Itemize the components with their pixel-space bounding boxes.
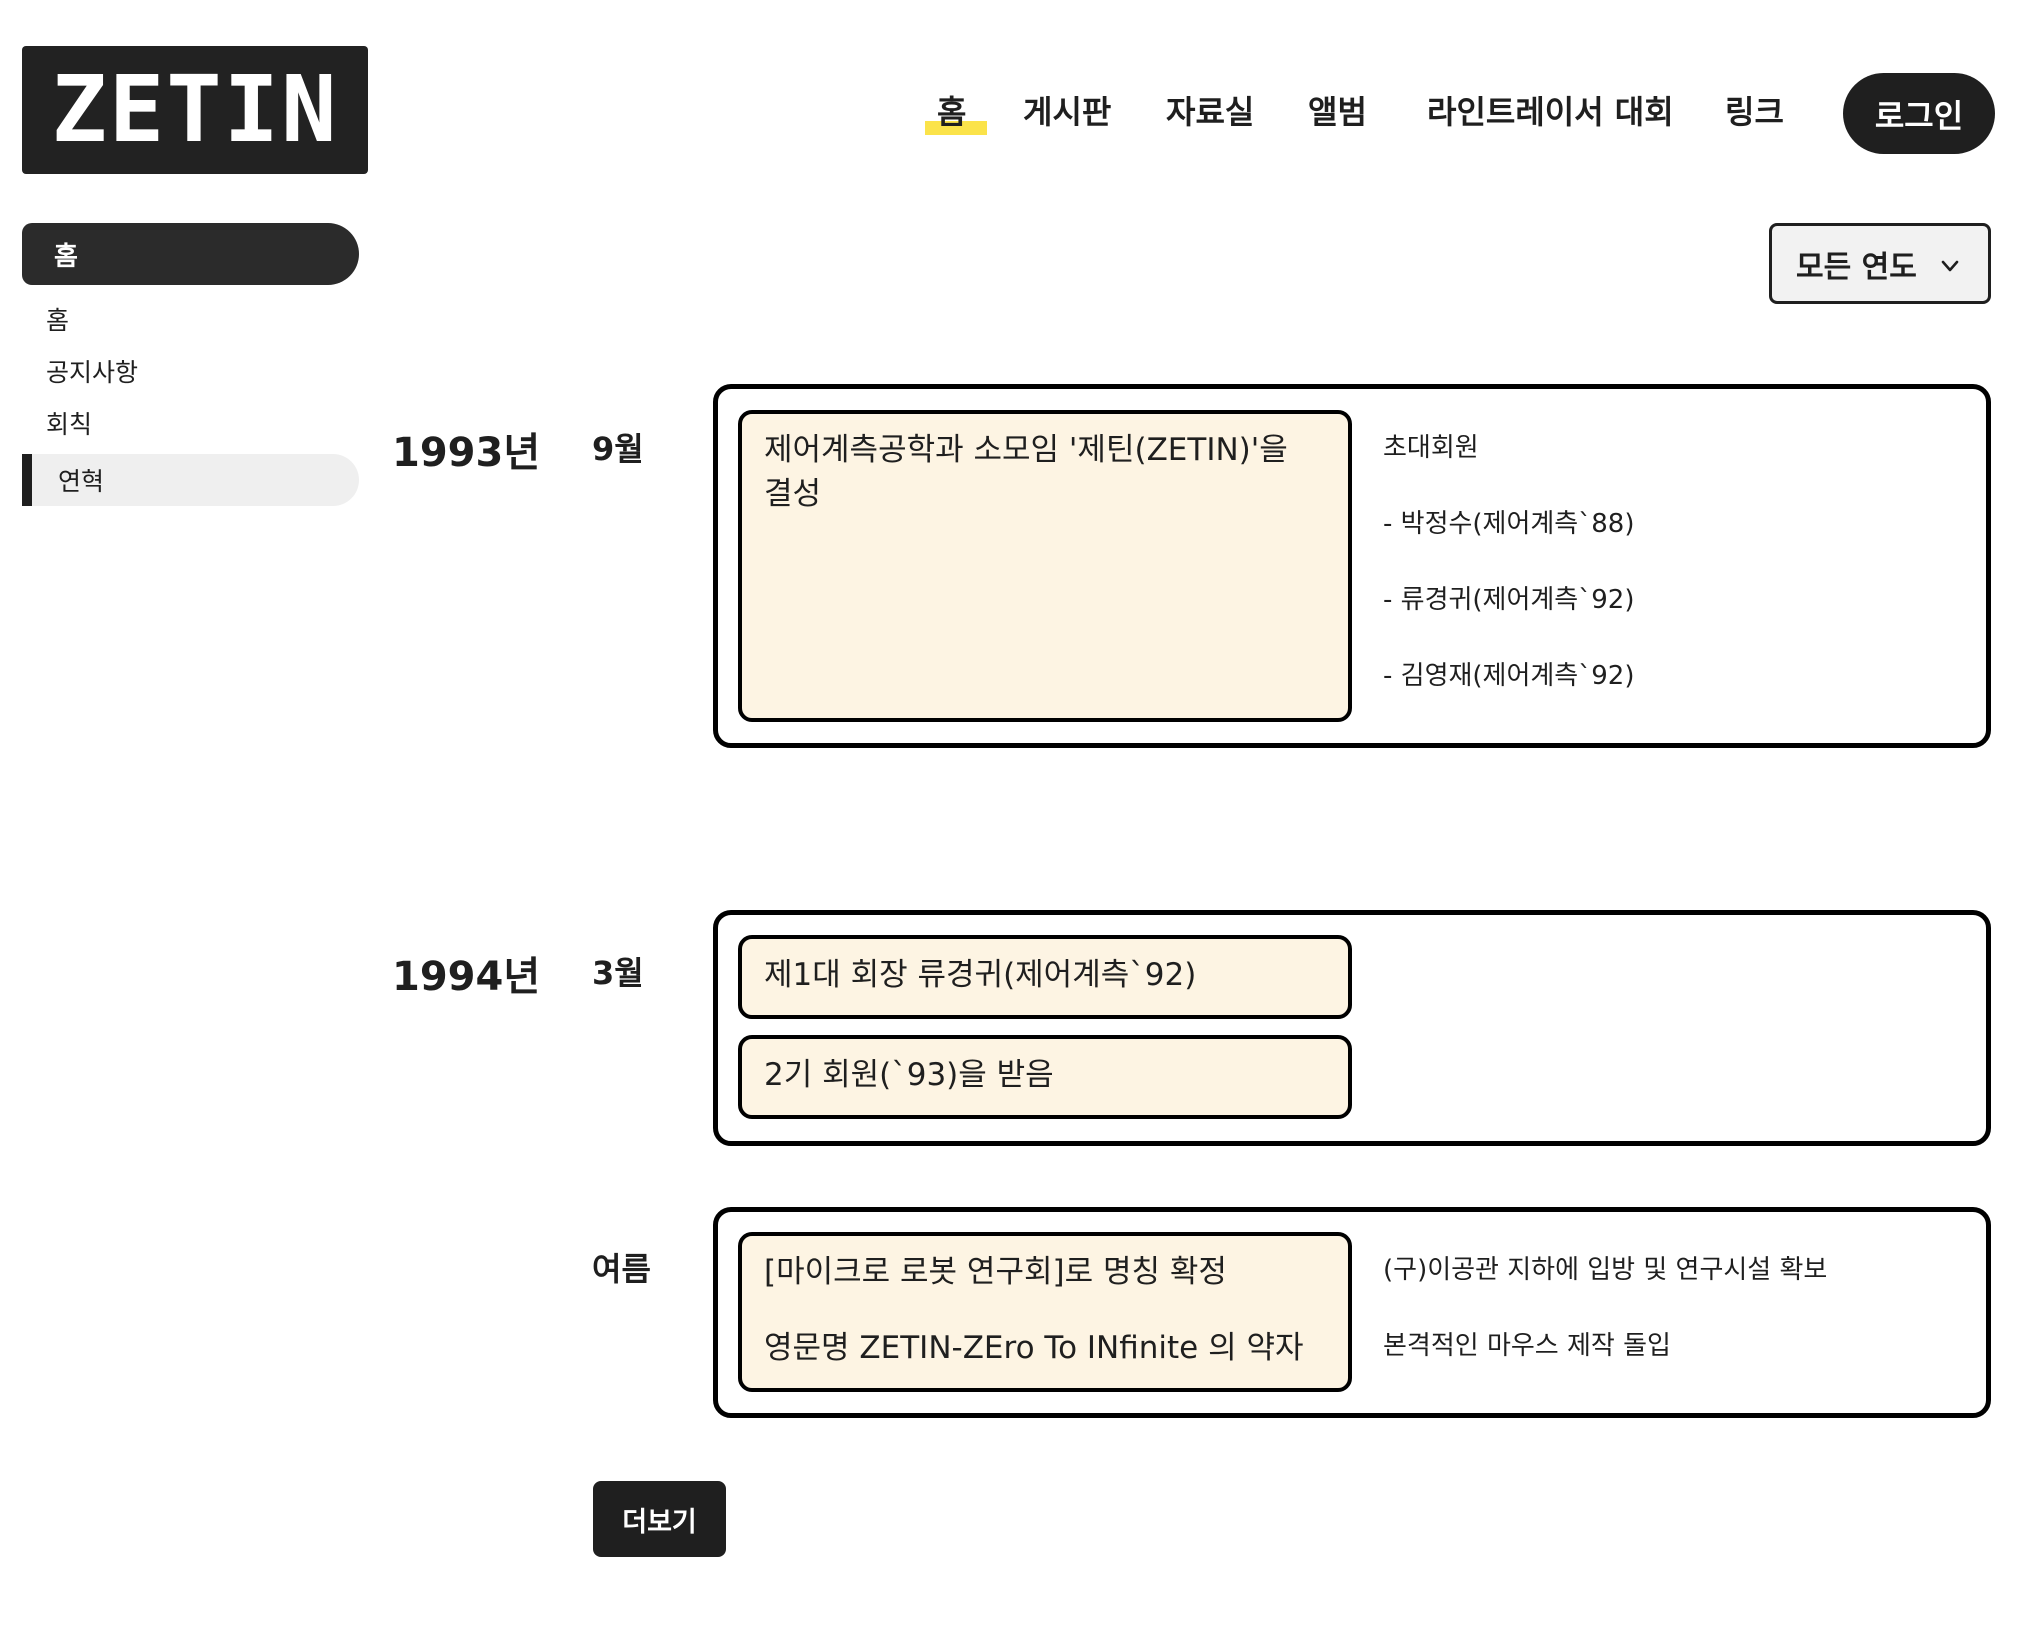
logo-text: ZETIN bbox=[51, 56, 339, 163]
event-card: [마이크로 로봇 연구회]로 명칭 확정 영문명 ZETIN-ZEro To I… bbox=[738, 1232, 1352, 1392]
note-text: 본격적인 마우스 제작 돌입 bbox=[1383, 1331, 1671, 1361]
event-text: [마이크로 로봇 연구회]로 명칭 확정 bbox=[764, 1254, 1227, 1290]
sidebar-item-notice[interactable]: 공지사항 bbox=[46, 356, 138, 390]
event-card: 제1대 회장 류경귀(제어계측`92) bbox=[738, 935, 1352, 1019]
month-1994-summer: 여름 bbox=[592, 1250, 651, 1288]
nav-home[interactable]: 홈 bbox=[937, 88, 966, 136]
event-card: 2기 회원(`93)을 받음 bbox=[738, 1035, 1352, 1119]
sidebar-item-rules[interactable]: 회칙 bbox=[46, 408, 92, 442]
year-filter-select[interactable]: 모든 연도 bbox=[1769, 223, 1991, 304]
event-text: 제어계측공학과 소모임 '제틴(ZETIN)'을 결성 bbox=[764, 432, 1288, 512]
load-more-button[interactable]: 더보기 bbox=[593, 1481, 726, 1557]
event-text: 제1대 회장 류경귀(제어계측`92) bbox=[764, 957, 1197, 993]
nav-board[interactable]: 게시판 bbox=[1023, 88, 1111, 136]
year-filter-value: 모든 연도 bbox=[1796, 249, 1917, 285]
note-text: (구)이공관 지하에 입방 및 연구시설 확보 bbox=[1383, 1255, 1828, 1285]
note-text: - 김영재(제어계측`92) bbox=[1383, 661, 1635, 691]
note-text: - 박정수(제어계측`88) bbox=[1383, 509, 1635, 539]
nav-archive[interactable]: 자료실 bbox=[1166, 88, 1254, 136]
event-text: 2기 회원(`93)을 받음 bbox=[764, 1057, 1054, 1093]
sidebar-item-history[interactable]: 연혁 bbox=[22, 454, 359, 506]
month-1994-mar: 3월 bbox=[592, 954, 644, 992]
login-button[interactable]: 로그인 bbox=[1843, 73, 1995, 154]
chevron-down-icon bbox=[1941, 260, 1959, 272]
event-text: 영문명 ZETIN-ZEro To INfinite 의 약자 bbox=[764, 1330, 1304, 1366]
nav-home-label: 홈 bbox=[937, 93, 967, 131]
year-1994: 1994년 bbox=[392, 954, 541, 1000]
month-1993-sep: 9월 bbox=[592, 430, 644, 468]
nav-links[interactable]: 링크 bbox=[1725, 88, 1784, 136]
event-card: 제어계측공학과 소모임 '제틴(ZETIN)'을 결성 bbox=[738, 410, 1352, 722]
nav-album[interactable]: 앨범 bbox=[1308, 88, 1367, 136]
note-text: 초대회원 bbox=[1383, 433, 1479, 463]
sidebar-title: 홈 bbox=[22, 223, 359, 285]
note-text: - 류경귀(제어계측`92) bbox=[1383, 585, 1635, 615]
event-text-group: [마이크로 로봇 연구회]로 명칭 확정 영문명 ZETIN-ZEro To I… bbox=[742, 1236, 1348, 1370]
site-logo[interactable]: ZETIN bbox=[22, 46, 368, 174]
sidebar-item-home[interactable]: 홈 bbox=[46, 304, 69, 338]
nav-line-tracer-contest[interactable]: 라인트레이서 대회 bbox=[1427, 88, 1674, 136]
year-1993: 1993년 bbox=[392, 430, 541, 476]
